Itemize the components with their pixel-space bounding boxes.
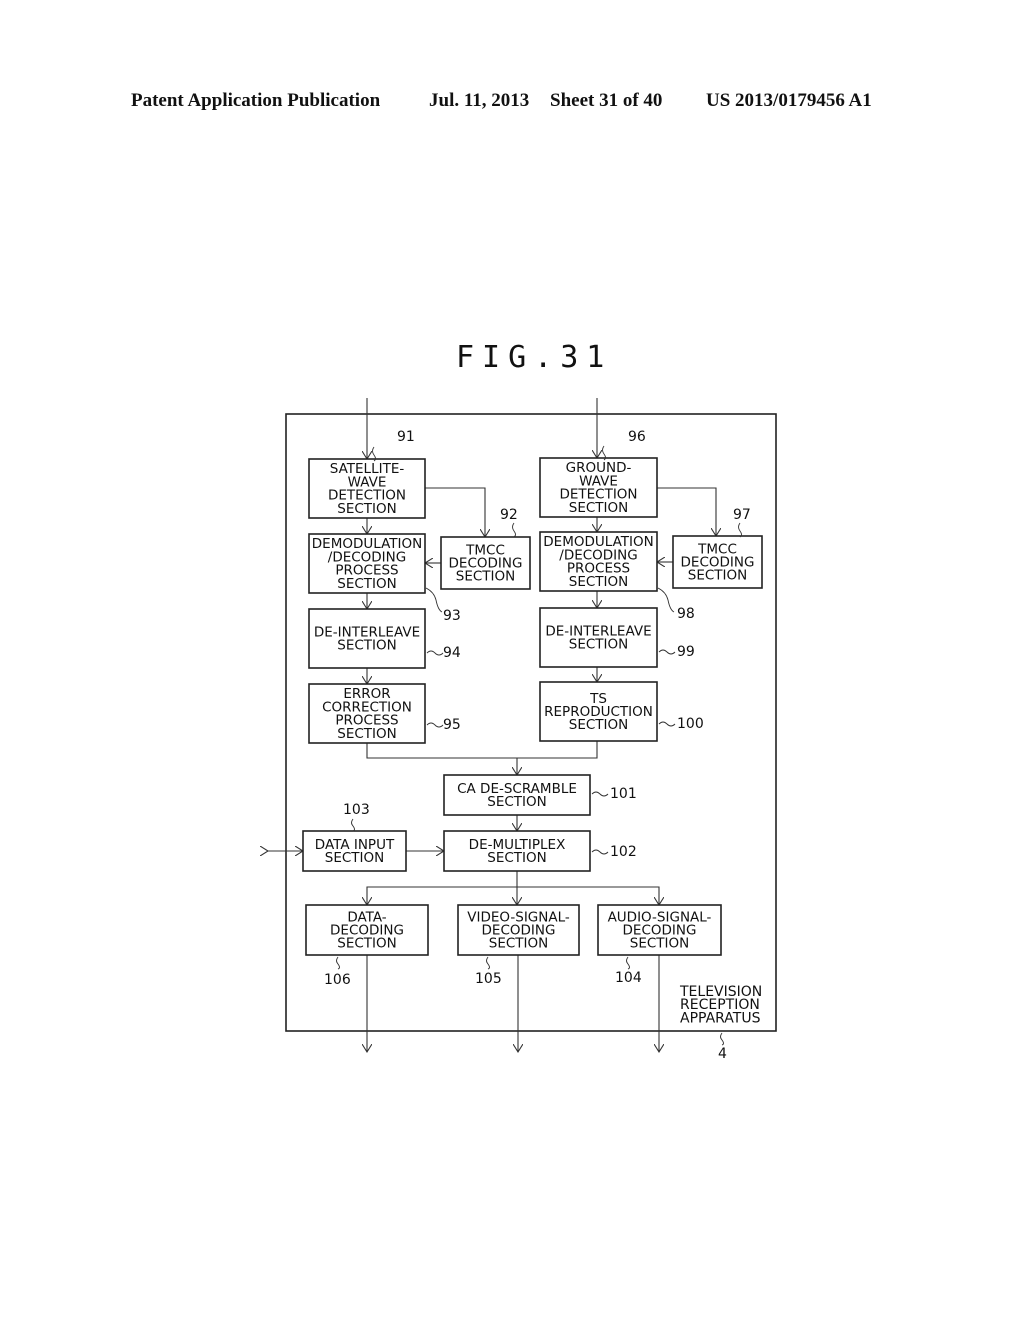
block-diagram: SATELLITE-WAVEDETECTIONSECTION TMCCDECODI… <box>0 398 777 1062</box>
apparatus-reference-numeral: 4 <box>718 1046 727 1062</box>
video-signal-decoding-block: VIDEO-SIGNAL-DECODINGSECTION <box>457 904 580 956</box>
block-label-line: SECTION <box>688 568 747 584</box>
data-input-block: DATA INPUTSECTION <box>302 830 407 872</box>
de-interleave-block-94: DE-INTERLEAVESECTION <box>308 608 426 669</box>
reference-numeral: 91 <box>397 429 415 445</box>
block-label-line: SECTION <box>569 574 628 590</box>
reference-leader <box>591 849 609 855</box>
signal-connector <box>657 487 716 536</box>
reference-leader <box>738 522 742 538</box>
reference-numeral: 106 <box>324 972 351 988</box>
tmcc-decoding-block-92: TMCCDECODINGSECTION <box>440 536 531 590</box>
reference-leader <box>720 1032 724 1046</box>
reference-numeral: 99 <box>677 644 695 660</box>
reference-numeral: 102 <box>610 844 637 860</box>
reference-leader <box>591 791 609 797</box>
reference-leader <box>512 522 516 538</box>
reference-numeral: 95 <box>443 717 461 733</box>
reference-numeral: 96 <box>628 429 646 445</box>
reference-numeral: 100 <box>677 716 704 732</box>
reference-leader <box>351 818 355 832</box>
reference-numeral: 105 <box>475 971 502 987</box>
block-label-line: SECTION <box>569 717 628 733</box>
reference-numeral: 97 <box>733 507 751 523</box>
audio-signal-decoding-block: AUDIO-SIGNAL-DECODINGSECTION <box>597 904 722 956</box>
de-interleave-block-99: DE-INTERLEAVESECTION <box>539 607 658 668</box>
reference-numeral: 104 <box>615 970 642 986</box>
reference-leader <box>626 956 630 970</box>
block-label-line: SECTION <box>325 850 384 866</box>
reference-leader <box>486 956 490 970</box>
block-label-line: SECTION <box>569 500 628 516</box>
satellite-wave-detection-block: SATELLITE-WAVEDETECTIONSECTION <box>308 458 426 519</box>
signal-connector <box>425 487 485 537</box>
block-label-line: SECTION <box>337 576 396 592</box>
reference-leader <box>426 722 444 728</box>
error-correction-block: ERRORCORRECTIONPROCESSSECTION <box>308 683 426 744</box>
tmcc-decoding-block-97: TMCCDECODINGSECTION <box>672 535 763 589</box>
reference-numeral: 98 <box>677 606 695 622</box>
reference-leader <box>658 721 676 727</box>
block-label-line: SECTION <box>569 637 628 653</box>
block-label-line: SECTION <box>456 569 515 585</box>
block-label-line: SECTION <box>337 726 396 742</box>
de-multiplex-block: DE-MULTIPLEXSECTION <box>443 830 591 872</box>
ts-reproduction-block: TSREPRODUCTIONSECTION <box>539 681 658 742</box>
block-label-line: SECTION <box>487 850 546 866</box>
block-label-line: SECTION <box>337 936 396 952</box>
block-label-line: SECTION <box>630 936 689 952</box>
reference-leader <box>426 650 444 656</box>
reference-numeral: 103 <box>343 802 370 818</box>
ca-de-scramble-block: CA DE-SCRAMBLESECTION <box>443 774 591 816</box>
apparatus-label-line: APPARATUS <box>680 1010 761 1026</box>
block-label-line: SECTION <box>489 936 548 952</box>
ground-wave-detection-block: GROUND-WAVEDETECTIONSECTION <box>539 457 658 518</box>
reference-leader <box>657 587 675 613</box>
block-label-line: SECTION <box>337 638 396 654</box>
reference-numeral: 93 <box>443 608 461 624</box>
demodulation-decoding-block-93: DEMODULATION/DECODINGPROCESSSECTION <box>308 533 426 594</box>
signal-connector <box>367 871 518 905</box>
block-label-line: SECTION <box>487 794 546 810</box>
block-label-line: SECTION <box>337 501 396 517</box>
reference-numeral: 101 <box>610 786 637 802</box>
signal-connector <box>517 886 659 905</box>
reference-leader <box>336 956 340 970</box>
reference-numeral: 92 <box>500 507 518 523</box>
reference-numeral: 94 <box>443 645 461 661</box>
demodulation-decoding-block-98: DEMODULATION/DECODINGPROCESSSECTION <box>539 531 658 592</box>
reference-leader <box>658 649 676 655</box>
data-decoding-block: DATA-DECODINGSECTION <box>305 904 429 956</box>
reference-leader <box>425 587 443 613</box>
